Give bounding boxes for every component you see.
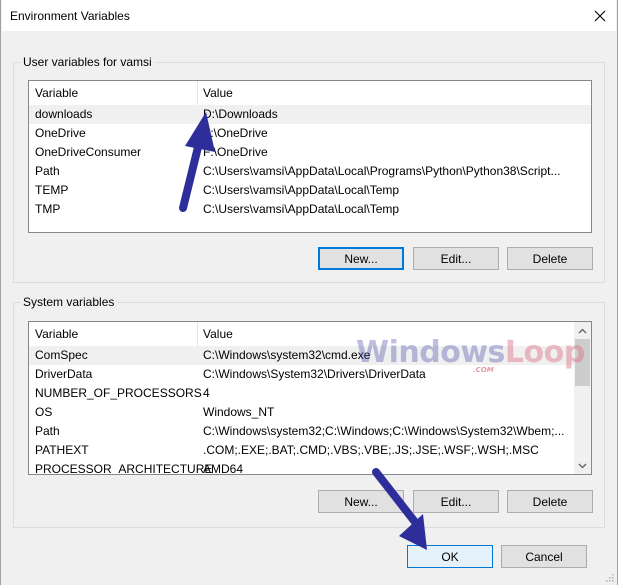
scroll-up-button[interactable]	[574, 322, 591, 339]
variable-value-cell: C:\Windows\system32;C:\Windows;C:\Window…	[203, 424, 565, 438]
variable-value-cell: .COM;.EXE;.BAT;.CMD;.VBS;.VBE;.JS;.JSE;.…	[203, 443, 539, 457]
cancel-button[interactable]: Cancel	[501, 545, 587, 568]
chevron-down-icon	[578, 463, 587, 468]
table-row[interactable]: OneDrive F:\OneDrive	[29, 124, 591, 143]
variable-name-cell: NUMBER_OF_PROCESSORS	[35, 386, 202, 400]
close-icon	[594, 10, 606, 21]
ok-button[interactable]: OK	[407, 545, 493, 568]
user-new-button[interactable]: New...	[318, 247, 404, 270]
variable-name-cell: Path	[35, 164, 60, 178]
column-header-value[interactable]: Value	[197, 81, 233, 105]
variable-value-cell: AMD64	[203, 462, 244, 475]
system-delete-button[interactable]: Delete	[507, 490, 593, 513]
user-variables-group: User variables for vamsi Variable Value …	[13, 55, 605, 283]
user-variables-label: User variables for vamsi	[20, 55, 155, 69]
variable-value-cell: C:\Windows\system32\cmd.exe	[203, 348, 371, 362]
system-variables-rows: ComSpec C:\Windows\system32\cmd.exe Driver…	[29, 346, 574, 475]
variable-value-cell: C:\Users\vamsi\AppData\Local\Temp	[203, 183, 400, 197]
table-row[interactable]: TMP C:\Users\vamsi\AppData\Local\Temp	[29, 200, 591, 219]
scroll-thumb[interactable]	[575, 339, 590, 386]
variable-name-cell: Path	[35, 424, 60, 438]
dialog-title: Environment Variables	[10, 9, 130, 23]
system-variables-label: System variables	[20, 295, 118, 309]
variable-name-cell: OneDriveConsumer	[35, 145, 142, 159]
variable-value-cell: F:\OneDrive	[203, 126, 268, 140]
system-new-button[interactable]: New...	[318, 490, 404, 513]
variable-name-cell: PROCESSOR_ARCHITECTURE	[35, 462, 213, 475]
variable-name-cell: OS	[35, 405, 53, 419]
variable-value-cell: D:\Downloads	[203, 107, 278, 121]
variable-name-cell: DriverData	[35, 367, 93, 381]
resize-grip-icon[interactable]	[606, 574, 614, 582]
list-header: Variable Value	[29, 322, 574, 346]
user-variables-rows: downloads D:\Downloads OneDrive F:\OneDrive…	[29, 105, 591, 219]
variable-value-cell: C:\Users\vamsi\AppData\Local\Programs\Py…	[203, 164, 561, 178]
table-row[interactable]: Path C:\Windows\system32;C:\Windows;C:\Wi…	[29, 422, 574, 441]
user-edit-button[interactable]: Edit...	[413, 247, 499, 270]
table-row[interactable]: downloads D:\Downloads	[29, 105, 591, 124]
title-bar: Environment Variables	[2, 0, 616, 31]
table-row[interactable]: NUMBER_OF_PROCESSORS 4	[29, 384, 574, 403]
table-row[interactable]: OneDriveConsumer F:\OneDrive	[29, 143, 591, 162]
table-row[interactable]: PROCESSOR_ARCHITECTURE AMD64	[29, 460, 574, 475]
table-row[interactable]: TEMP C:\Users\vamsi\AppData\Local\Temp	[29, 181, 591, 200]
variable-value-cell: C:\Windows\System32\Drivers\DriverData	[203, 367, 426, 381]
variable-name-cell: TMP	[35, 202, 61, 216]
close-button[interactable]	[584, 0, 616, 31]
table-row[interactable]: PATHEXT .COM;.EXE;.BAT;.CMD;.VBS;.VBE;.JS…	[29, 441, 574, 460]
system-list-scrollbar[interactable]	[574, 322, 591, 474]
variable-value-cell: Windows_NT	[203, 405, 275, 419]
variable-name-cell: PATHEXT	[35, 443, 89, 457]
column-header-variable[interactable]: Variable	[29, 81, 197, 105]
system-edit-button[interactable]: Edit...	[413, 490, 499, 513]
variable-value-cell: C:\Users\vamsi\AppData\Local\Temp	[203, 202, 400, 216]
variable-name-cell: TEMP	[35, 183, 69, 197]
variable-name-cell: downloads	[35, 107, 93, 121]
list-header: Variable Value	[29, 81, 591, 105]
system-variables-list[interactable]: Variable Value ComSpec C:\Windows\system3…	[28, 321, 592, 475]
column-header-value[interactable]: Value	[197, 322, 233, 346]
variable-name-cell: ComSpec	[35, 348, 88, 362]
table-row[interactable]: ComSpec C:\Windows\system32\cmd.exe	[29, 346, 574, 365]
table-row[interactable]: Path C:\Users\vamsi\AppData\Local\Program…	[29, 162, 591, 181]
system-variables-group: System variables Variable Value ComSpec C…	[13, 295, 605, 528]
user-variables-list[interactable]: Variable Value downloads D:\Downloads OneD…	[28, 80, 592, 233]
chevron-up-icon	[578, 328, 587, 333]
variable-value-cell: 4	[203, 386, 210, 400]
table-row[interactable]: OS Windows_NT	[29, 403, 574, 422]
environment-variables-dialog: Environment Variables User variables for…	[0, 0, 618, 585]
user-delete-button[interactable]: Delete	[507, 247, 593, 270]
variable-value-cell: F:\OneDrive	[203, 145, 268, 159]
scroll-down-button[interactable]	[574, 457, 591, 474]
table-row[interactable]: DriverData C:\Windows\System32\Drivers\Dr…	[29, 365, 574, 384]
column-header-variable[interactable]: Variable	[29, 322, 197, 346]
variable-name-cell: OneDrive	[35, 126, 86, 140]
